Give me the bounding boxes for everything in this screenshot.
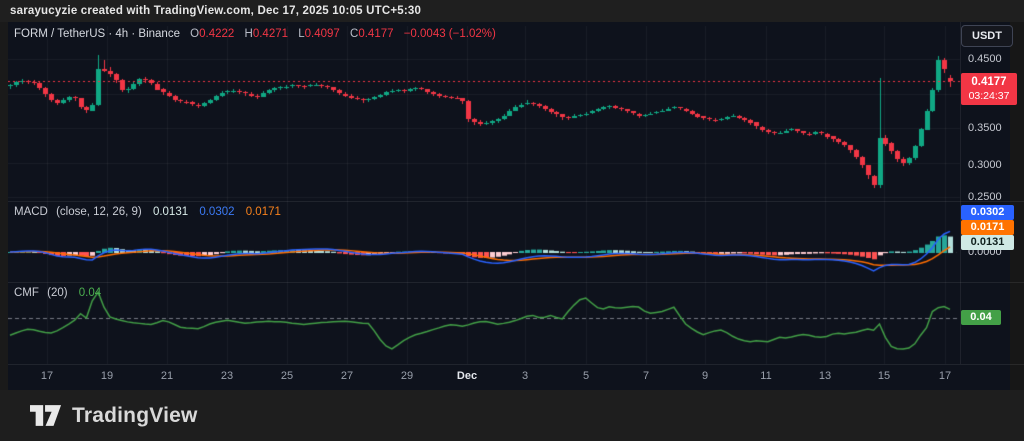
macd-line-tag: 0.0302: [961, 205, 1014, 220]
price-tick: 0.3000: [968, 158, 1002, 172]
cmf-legend: CMF (20) 0.04: [14, 287, 101, 299]
macd-legend: MACD (close, 12, 26, 9) 0.0131 0.0302 0.…: [14, 206, 281, 218]
last-price-value: 0.4177: [961, 75, 1017, 89]
bar-countdown: 03:24:37: [961, 89, 1017, 103]
macd-hist-value: 0.0131: [153, 206, 188, 218]
change-value: −0.0043 (−1.02%): [404, 28, 496, 40]
macd-params: (close, 12, 26, 9): [56, 206, 142, 218]
cmf-params: (20): [47, 287, 67, 299]
time-tick: 9: [702, 370, 708, 382]
time-tick: 19: [101, 370, 113, 382]
time-tick: 27: [341, 370, 353, 382]
time-tick: 3: [522, 370, 528, 382]
high-value: 0.4271: [253, 28, 288, 40]
time-tick: 17: [939, 370, 951, 382]
macd-hist-tag: 0.0131: [961, 235, 1014, 250]
time-tick: 15: [878, 370, 890, 382]
price-tick: 0.2500: [968, 190, 1002, 204]
cmf-title[interactable]: CMF: [14, 287, 39, 299]
close-value: 0.4177: [358, 28, 393, 40]
time-tick: 17: [41, 370, 53, 382]
low-value: 0.4097: [305, 28, 340, 40]
macd-title[interactable]: MACD: [14, 206, 48, 218]
time-tick: 11: [760, 370, 771, 382]
time-tick: 5: [583, 370, 589, 382]
time-tick: 21: [161, 370, 173, 382]
left-gutter: [0, 22, 8, 390]
macd-signal-value: 0.0171: [246, 206, 281, 218]
high-label: H: [245, 28, 253, 40]
pane-separator-price-macd[interactable]: [8, 201, 1024, 202]
tradingview-logo-icon: [30, 405, 62, 426]
open-value: 0.4222: [199, 28, 234, 40]
last-price-tag[interactable]: 0.4177 03:24:37: [961, 73, 1017, 105]
macd-line-value: 0.0302: [199, 206, 234, 218]
time-tick: 13: [819, 370, 831, 382]
price-tick: 0.4500: [968, 52, 1002, 66]
time-tick: 7: [643, 370, 649, 382]
macd-signal-tag: 0.0171: [961, 220, 1014, 235]
cmf-value-tag: 0.04: [961, 310, 1001, 325]
tradingview-logo-text: TradingView: [72, 404, 198, 428]
attribution-bar: sarayucyzie created with TradingView.com…: [0, 0, 1024, 22]
tradingview-logo[interactable]: TradingView: [30, 404, 198, 428]
cmf-value: 0.04: [79, 287, 101, 299]
time-tick: 29: [401, 370, 413, 382]
time-tick: Dec: [457, 370, 477, 382]
price-legend: FORM / TetherUS · 4h · Binance O0.4222 H…: [14, 28, 496, 40]
currency-toggle-button[interactable]: USDT: [961, 25, 1013, 47]
attribution-text: sarayucyzie created with TradingView.com…: [10, 5, 421, 17]
open-label: O: [190, 28, 199, 40]
pane-separator-macd-cmf[interactable]: [8, 282, 1024, 283]
bottom-bar: TradingView: [0, 390, 1024, 441]
price-tick: 0.3500: [968, 121, 1002, 135]
time-tick: 23: [221, 370, 233, 382]
tradingview-chart-window: sarayucyzie created with TradingView.com…: [0, 0, 1024, 441]
time-axis[interactable]: 17 19 21 23 25 27 29 Dec 3 5 7 9 11 13 15 17: [0, 364, 1024, 390]
time-tick: 25: [281, 370, 293, 382]
symbol-title[interactable]: FORM / TetherUS · 4h · Binance: [14, 28, 180, 40]
